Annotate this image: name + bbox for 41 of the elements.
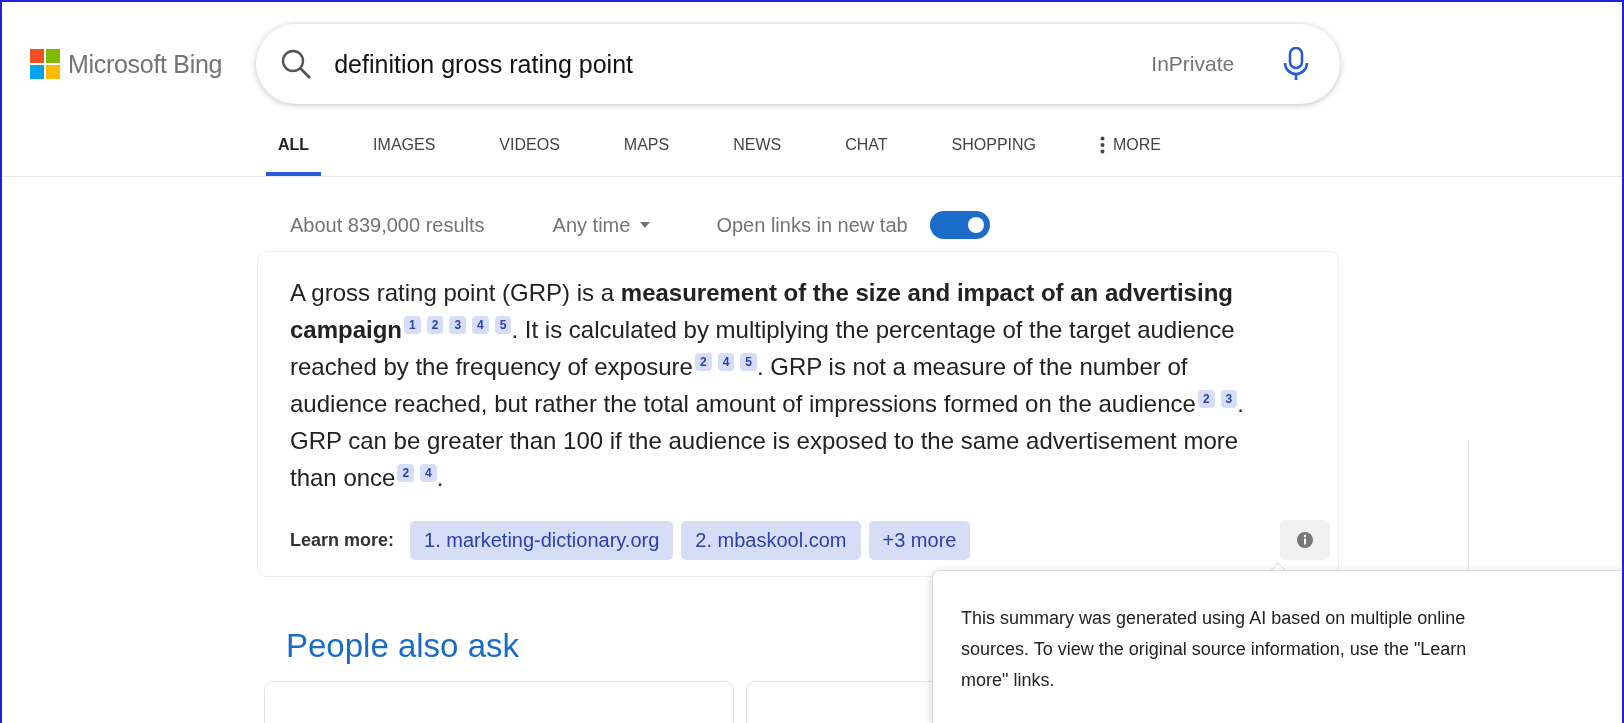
citation-link[interactable]: 4 — [420, 464, 437, 482]
new-tab-label: Open links in new tab — [716, 213, 908, 237]
results-count: About 839,000 results — [290, 213, 485, 237]
search-icon — [280, 48, 313, 80]
nav-tab[interactable]: ALL — [266, 114, 322, 176]
more-dots-icon — [1100, 136, 1105, 154]
learn-more-label: Learn more: — [290, 529, 395, 551]
caret-icon — [640, 222, 651, 228]
nav-tab[interactable]: VIDEOS — [499, 114, 560, 176]
info-icon — [1296, 531, 1314, 549]
microphone-icon[interactable] — [1282, 47, 1311, 81]
inprivate-label: InPrivate — [1151, 52, 1235, 76]
citation-link[interactable]: 1 — [404, 316, 421, 334]
citation-link[interactable]: 2 — [694, 353, 712, 371]
citation-link[interactable]: 5 — [740, 353, 757, 371]
four-squares-logo-icon — [30, 49, 60, 79]
brand-name: Microsoft Bing — [68, 49, 223, 79]
source-link[interactable]: 1. marketing-dictionary.org — [410, 520, 674, 560]
citation-link[interactable]: 3 — [1220, 390, 1238, 408]
nav-tab[interactable]: CHAT — [845, 114, 888, 176]
citation-link[interactable]: 2 — [397, 464, 415, 482]
nav-tab[interactable]: NEWS — [733, 114, 782, 176]
time-filter-dropdown[interactable]: Any time — [552, 213, 651, 237]
citation-link[interactable]: 2 — [1197, 390, 1215, 408]
citation-link[interactable]: 4 — [472, 316, 489, 334]
citation-link[interactable]: 5 — [494, 316, 512, 334]
citation-link[interactable]: 2 — [426, 316, 444, 334]
source-link[interactable]: +3 more — [868, 520, 971, 560]
source-link[interactable]: 2. mbaskool.com — [681, 520, 861, 560]
info-button[interactable] — [1280, 520, 1330, 560]
new-tab-toggle[interactable] — [929, 211, 990, 239]
people-also-ask-heading: People also ask — [286, 627, 519, 665]
nav-tab[interactable]: IMAGES — [373, 114, 436, 176]
search-field[interactable]: definition gross rating point InPrivate — [256, 24, 1341, 104]
citation-link[interactable]: 3 — [449, 316, 467, 334]
citation-link[interactable]: 4 — [717, 353, 735, 371]
nav-tab[interactable]: MORE — [1100, 114, 1161, 176]
summary-paragraph: A gross rating point (GRP) is a measurement of the size and impact of an advertising campaign 1 2 3 4 5 . It is calculated by multiplying the percentage of the target audience reached by the frequency of exposure 2 4 5 . GRP is not a measure of the number of audience reached, but rather the total amount of impressions formed on the audience 2 3 . GRP can be greater than 100 if the audience is exposed to the same advertisement more than once 2 4 . — [290, 278, 1245, 493]
nav-tab[interactable]: MAPS — [623, 114, 670, 176]
nav-tab[interactable]: SHOPPING — [951, 114, 1036, 176]
tooltip-text: This summary was generated using AI based on multiple online sources. To view the original source information, use the "Learn more" links. — [961, 608, 1467, 690]
